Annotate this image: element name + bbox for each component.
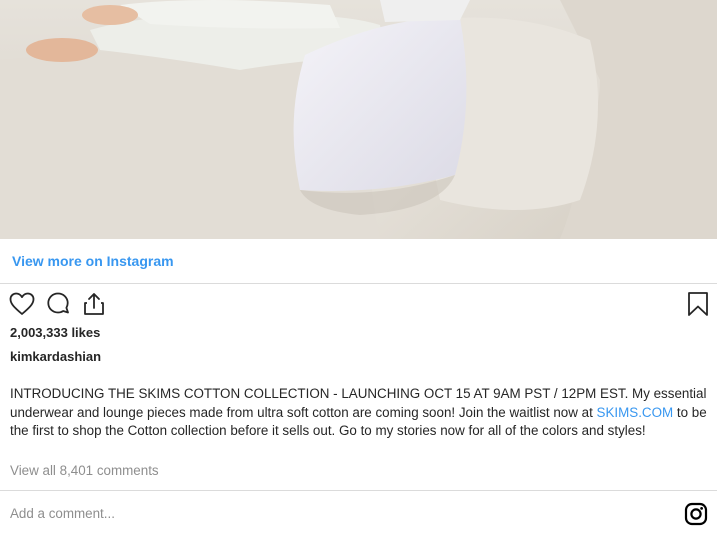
post-image[interactable] — [0, 0, 717, 239]
like-button[interactable] — [8, 290, 36, 318]
heart-icon — [9, 292, 35, 316]
instagram-embed: View more on Instagram 2,003,333 likes k… — [0, 0, 717, 533]
bookmark-icon — [687, 291, 709, 317]
add-comment-input[interactable]: Add a comment... — [10, 506, 115, 521]
like-count[interactable]: 2,003,333 likes — [10, 325, 100, 340]
post-caption: INTRODUCING THE SKIMS COTTON COLLECTION … — [10, 385, 710, 441]
instagram-logo-icon[interactable] — [684, 502, 708, 526]
comment-button[interactable] — [44, 290, 72, 318]
save-button[interactable] — [684, 290, 712, 318]
share-button[interactable] — [80, 290, 108, 318]
post-username[interactable]: kimkardashian — [10, 349, 101, 364]
view-all-comments-link[interactable]: View all 8,401 comments — [10, 463, 159, 478]
comment-bubble-icon — [45, 291, 71, 317]
post-photo-illustration — [0, 0, 717, 239]
share-icon — [81, 291, 107, 317]
caption-link[interactable]: SKIMS.COM — [597, 405, 674, 420]
action-bar — [8, 290, 709, 318]
divider — [0, 283, 717, 284]
view-more-on-instagram-link[interactable]: View more on Instagram — [12, 253, 174, 269]
divider — [0, 490, 717, 491]
